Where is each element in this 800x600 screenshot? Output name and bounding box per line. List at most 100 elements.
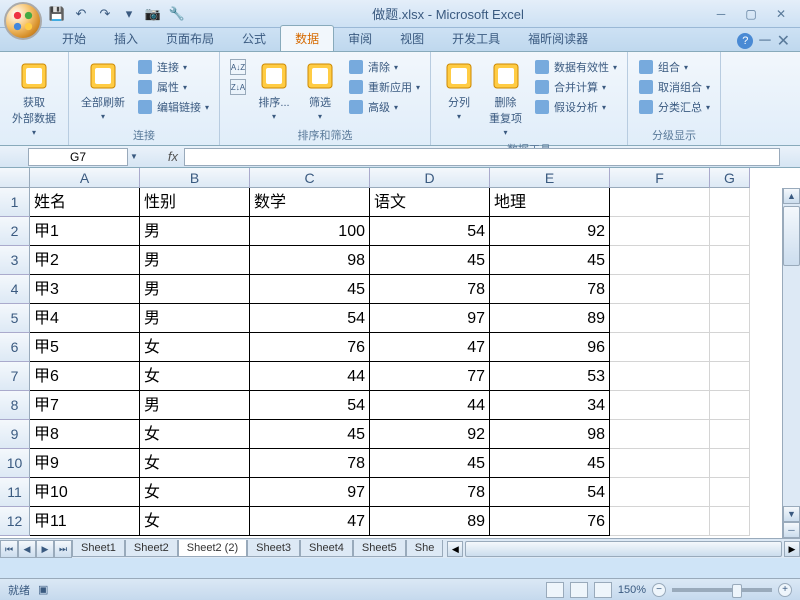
cell-B9[interactable]: 女 [140,420,250,449]
scroll-left-icon[interactable]: ◀ [447,541,463,557]
first-sheet-icon[interactable]: ⏮ [0,540,18,558]
cell-E4[interactable]: 78 [490,275,610,304]
row-header-6[interactable]: 6 [0,333,30,362]
tab-福昕阅读器[interactable]: 福昕阅读器 [514,26,602,51]
cell-D8[interactable]: 44 [370,391,490,420]
row-header-9[interactable]: 9 [0,420,30,449]
cell-B10[interactable]: 女 [140,449,250,478]
sheet-tab-Sheet2[interactable]: Sheet2 [125,540,178,557]
tab-视图[interactable]: 视图 [386,26,438,51]
sheet-tab-Sheet2 (2)[interactable]: Sheet2 (2) [178,540,247,557]
cell-A3[interactable]: 甲2 [30,246,140,275]
cell-B4[interactable]: 男 [140,275,250,304]
cell-D6[interactable]: 47 [370,333,490,362]
row-header-5[interactable]: 5 [0,304,30,333]
zoom-in-icon[interactable]: + [778,583,792,597]
cell-B6[interactable]: 女 [140,333,250,362]
cell-G12[interactable] [710,507,750,536]
cell-E10[interactable]: 45 [490,449,610,478]
cell-C2[interactable]: 100 [250,217,370,246]
row-header-1[interactable]: 1 [0,188,30,217]
cell-G6[interactable] [710,333,750,362]
cell-G10[interactable] [710,449,750,478]
cell-G11[interactable] [710,478,750,507]
close-icon[interactable]: ✕ [770,5,792,23]
cell-A6[interactable]: 甲5 [30,333,140,362]
data-validation-button[interactable]: 数据有效性▾ [532,58,619,76]
cell-B3[interactable]: 男 [140,246,250,275]
fx-icon[interactable]: fx [168,149,178,164]
col-header-C[interactable]: C [250,168,370,188]
tab-页面布局[interactable]: 页面布局 [152,26,228,51]
clear-button[interactable]: 清除▾ [346,58,422,76]
cell-A9[interactable]: 甲8 [30,420,140,449]
col-header-B[interactable]: B [140,168,250,188]
sheet-tab-She[interactable]: She [406,540,444,557]
cell-C3[interactable]: 98 [250,246,370,275]
hscroll-thumb[interactable] [465,541,782,557]
scroll-right-icon[interactable]: ▶ [784,541,800,557]
cell-G7[interactable] [710,362,750,391]
cell-E11[interactable]: 54 [490,478,610,507]
cell-B12[interactable]: 女 [140,507,250,536]
doc-close-icon[interactable]: ✕ [777,31,790,51]
last-sheet-icon[interactable]: ⏭ [54,540,72,558]
select-all-corner[interactable] [0,168,30,188]
sheet-tab-Sheet1[interactable]: Sheet1 [72,540,125,557]
office-button[interactable] [4,2,42,40]
cell-B7[interactable]: 女 [140,362,250,391]
maximize-icon[interactable]: ▢ [740,5,762,23]
ungroup-button[interactable]: 取消组合▾ [636,78,712,96]
scroll-thumb[interactable] [783,206,800,266]
cell-B5[interactable]: 男 [140,304,250,333]
cell-A8[interactable]: 甲7 [30,391,140,420]
cell-B1[interactable]: 性别 [140,188,250,217]
qat-tool-icon[interactable]: 🔧 [168,5,186,23]
zoom-level[interactable]: 150% [618,584,646,596]
remove-dup-button[interactable]: 删除 重复项▾ [485,58,526,139]
refresh-all-button[interactable]: 全部刷新▾ [77,58,129,123]
cell-F1[interactable] [610,188,710,217]
cell-D11[interactable]: 78 [370,478,490,507]
cell-F6[interactable] [610,333,710,362]
cell-C8[interactable]: 54 [250,391,370,420]
row-header-12[interactable]: 12 [0,507,30,536]
cell-E5[interactable]: 89 [490,304,610,333]
sheet-tab-Sheet4[interactable]: Sheet4 [300,540,353,557]
cell-D7[interactable]: 77 [370,362,490,391]
cell-C5[interactable]: 54 [250,304,370,333]
name-box[interactable]: G7 [28,148,128,166]
tab-开始[interactable]: 开始 [48,26,100,51]
undo-icon[interactable]: ↶ [72,5,90,23]
sort-btn[interactable]: A↓Z [228,58,248,76]
cell-D12[interactable]: 89 [370,507,490,536]
tab-插入[interactable]: 插入 [100,26,152,51]
cell-G1[interactable] [710,188,750,217]
cell-F7[interactable] [610,362,710,391]
sheet-tab-Sheet3[interactable]: Sheet3 [247,540,300,557]
cell-G5[interactable] [710,304,750,333]
what-if-button[interactable]: 假设分析▾ [532,98,619,116]
cell-G9[interactable] [710,420,750,449]
zoom-out-icon[interactable]: − [652,583,666,597]
cell-F11[interactable] [610,478,710,507]
vertical-scrollbar[interactable]: ▲ ▼ ─ [782,188,800,538]
col-header-A[interactable]: A [30,168,140,188]
sort-btn[interactable]: Z↓A [228,78,248,96]
ribbon-minimize-icon[interactable]: ─ [759,32,770,50]
help-icon[interactable]: ? [737,33,753,49]
cell-A4[interactable]: 甲3 [30,275,140,304]
cell-D5[interactable]: 97 [370,304,490,333]
cell-D3[interactable]: 45 [370,246,490,275]
camera-icon[interactable]: 📷 [144,5,162,23]
save-icon[interactable]: 💾 [48,5,66,23]
cell-D10[interactable]: 45 [370,449,490,478]
cell-B2[interactable]: 男 [140,217,250,246]
row-header-2[interactable]: 2 [0,217,30,246]
reapply-button[interactable]: 重新应用▾ [346,78,422,96]
scroll-split-icon[interactable]: ─ [783,522,800,538]
zoom-slider[interactable] [672,588,772,592]
cell-E6[interactable]: 96 [490,333,610,362]
subtotal-button[interactable]: 分类汇总▾ [636,98,712,116]
tab-数据[interactable]: 数据 [280,25,334,51]
